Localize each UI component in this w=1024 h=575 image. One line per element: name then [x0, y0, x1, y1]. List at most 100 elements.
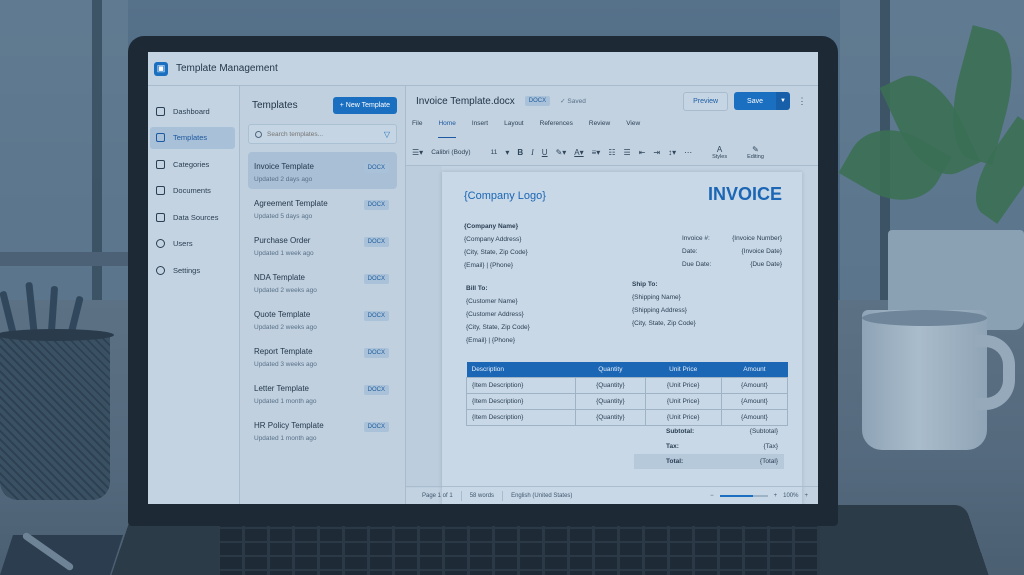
template-item[interactable]: Report Template Updated 3 weeks ago DOCX — [248, 337, 397, 374]
paragraph-style-icon[interactable]: ☰▾ — [412, 148, 423, 157]
menu-item-references[interactable]: References — [540, 120, 573, 138]
numbered-list-icon[interactable]: ☰ — [624, 148, 631, 157]
table-row: {Item Description} {Quantity} {Unit Pric… — [465, 377, 789, 394]
sidebar-item-label: Users — [173, 239, 193, 248]
total-row: Total: {Total} — [634, 454, 784, 469]
more-options-icon[interactable]: ⋮ — [796, 96, 808, 107]
table-cell[interactable]: {Unit Price} — [644, 377, 722, 394]
line-spacing-icon[interactable]: ↕▾ — [668, 148, 676, 157]
template-item[interactable]: Purchase Order Updated 1 week ago DOCX — [248, 226, 397, 263]
language[interactable]: English (United States) — [511, 493, 572, 499]
sidebar-item-label: Templates — [173, 133, 208, 142]
more-options-icon[interactable]: ⋯ — [684, 148, 692, 157]
template-item[interactable]: Invoice Template Updated 2 days ago DOCX — [248, 152, 397, 189]
menu-item-home[interactable]: Home — [438, 120, 456, 138]
column-header: Quantity — [575, 362, 646, 378]
sidebar-item-label: Settings — [173, 265, 201, 275]
page-count: Page 1 of 1 — [422, 492, 453, 499]
file-type-badge: DOCX — [363, 311, 389, 321]
sidebar-item-settings[interactable]: Settings — [150, 259, 235, 281]
sidebar-nav: Dashboard Templates Categories Documents… — [148, 86, 240, 504]
font-color-icon[interactable]: A▾ — [574, 148, 583, 157]
template-item[interactable]: NDA Template Updated 2 weeks ago DOCX — [248, 263, 397, 300]
file-type-badge: DOCX — [363, 163, 389, 173]
search-input[interactable] — [267, 130, 379, 138]
saved-label: Saved — [567, 98, 586, 105]
database-icon — [156, 212, 165, 222]
template-item[interactable]: HR Policy Template Updated 1 month ago D… — [248, 411, 397, 448]
chevron-down-icon[interactable]: ▾ — [505, 148, 509, 157]
totals-value: {Total} — [759, 458, 778, 465]
file-type-badge: DOCX — [363, 348, 389, 358]
zoom-slider[interactable] — [719, 494, 768, 497]
filter-icon[interactable]: ▽ — [384, 130, 390, 139]
invoice-meta: Invoice #: {Invoice Number} Date: {Invoi… — [682, 232, 782, 271]
file-type-badge: DOCX — [363, 237, 389, 247]
new-template-button[interactable]: + New Template — [332, 96, 397, 114]
sidebar-item-data-sources[interactable]: Data Sources — [150, 206, 235, 228]
font-size-select[interactable]: 11 — [491, 149, 498, 156]
bold-icon[interactable]: B — [517, 148, 523, 157]
totals-label: Total: — [666, 458, 684, 465]
underline-icon[interactable]: U — [542, 148, 548, 157]
highlight-icon[interactable]: ✎▾ — [556, 148, 567, 157]
meta-value: {Due Date} — [750, 261, 782, 268]
sidebar-item-label: Dashboard — [173, 106, 210, 116]
sidebar-item-dashboard[interactable]: Dashboard — [150, 100, 235, 122]
template-item[interactable]: Letter Template Updated 1 month ago DOCX — [248, 374, 397, 411]
styles-label: Styles — [712, 154, 728, 160]
menu-item-view[interactable]: View — [626, 120, 640, 138]
menu-item-insert[interactable]: Insert — [472, 120, 488, 138]
table-cell[interactable]: {Item Description} — [465, 393, 577, 410]
table-cell[interactable]: {Item Description} — [465, 377, 577, 394]
preview-button[interactable]: Preview — [683, 91, 729, 111]
bill-to-line: {Customer Name} — [466, 298, 518, 305]
table-cell[interactable]: {Quantity} — [575, 377, 646, 394]
sidebar-item-categories[interactable]: Categories — [150, 153, 235, 175]
italic-icon[interactable]: I — [531, 148, 534, 157]
bill-to-block: Bill To: {Customer Name} {Customer Addre… — [466, 282, 530, 347]
font-family-select[interactable]: Calibri (Body) — [431, 149, 482, 156]
menu-item-file[interactable]: File — [412, 120, 422, 138]
outdent-icon[interactable]: ⇤ — [639, 148, 646, 157]
zoom-out-icon[interactable]: − — [710, 493, 714, 499]
pencil-cup — [0, 329, 114, 500]
editor-header: Invoice Template.docx DOCX ✓ Saved Previ… — [406, 86, 818, 116]
align-icon[interactable]: ≡▾ — [592, 148, 601, 157]
table-cell[interactable]: {Item Description} — [465, 409, 577, 426]
meta-row: Invoice #: {Invoice Number} — [682, 232, 782, 245]
menu-item-review[interactable]: Review — [589, 120, 610, 138]
table-cell[interactable]: {Amount} — [720, 393, 789, 410]
bullet-list-icon[interactable]: ☷ — [608, 148, 615, 157]
sidebar-item-label: Documents — [173, 186, 211, 195]
document-page[interactable]: {Company Logo} INVOICE {Company Name} {C… — [442, 172, 802, 504]
template-item[interactable]: Quote Template Updated 2 weeks ago DOCX — [248, 300, 397, 337]
meta-row: Due Date: {Due Date} — [682, 258, 782, 271]
editing-button[interactable]: ✎ Editing — [747, 145, 764, 160]
zoom-in-icon[interactable]: + — [804, 493, 808, 499]
ship-to-line: {City, State, Zip Code} — [632, 320, 696, 327]
document-editor: Invoice Template.docx DOCX ✓ Saved Previ… — [406, 86, 818, 504]
table-cell[interactable]: {Unit Price} — [644, 393, 722, 410]
table-cell[interactable]: {Quantity} — [575, 393, 646, 410]
table-cell[interactable]: {Amount} — [720, 377, 789, 394]
sidebar-item-documents[interactable]: Documents — [150, 180, 235, 202]
zoom-level: 100% — [783, 492, 799, 499]
save-button[interactable]: Save — [734, 92, 776, 110]
ship-to-label: Ship To: — [632, 281, 658, 288]
table-row: {Item Description} {Quantity} {Unit Pric… — [465, 393, 789, 410]
indent-icon[interactable]: ⇥ — [653, 148, 660, 157]
laptop-screen: ▣ Template Management Dashboard Template… — [148, 52, 818, 504]
sidebar-item-templates[interactable]: Templates — [150, 126, 235, 149]
totals-label: Tax: — [666, 443, 679, 450]
styles-button[interactable]: A Styles — [712, 145, 727, 160]
zoom-control: − + 100% + — [710, 493, 818, 499]
bill-to-line: {Customer Address} — [466, 311, 524, 318]
zoom-in-icon[interactable]: + — [774, 493, 778, 499]
chevron-down-icon[interactable]: ▼ — [776, 92, 790, 110]
menu-item-layout[interactable]: Layout — [504, 120, 524, 138]
template-item[interactable]: Agreement Template Updated 5 days ago DO… — [248, 189, 397, 226]
invoice-heading: INVOICE — [707, 184, 782, 204]
sidebar-item-users[interactable]: Users — [150, 233, 235, 255]
styles-icon: A — [716, 145, 723, 154]
